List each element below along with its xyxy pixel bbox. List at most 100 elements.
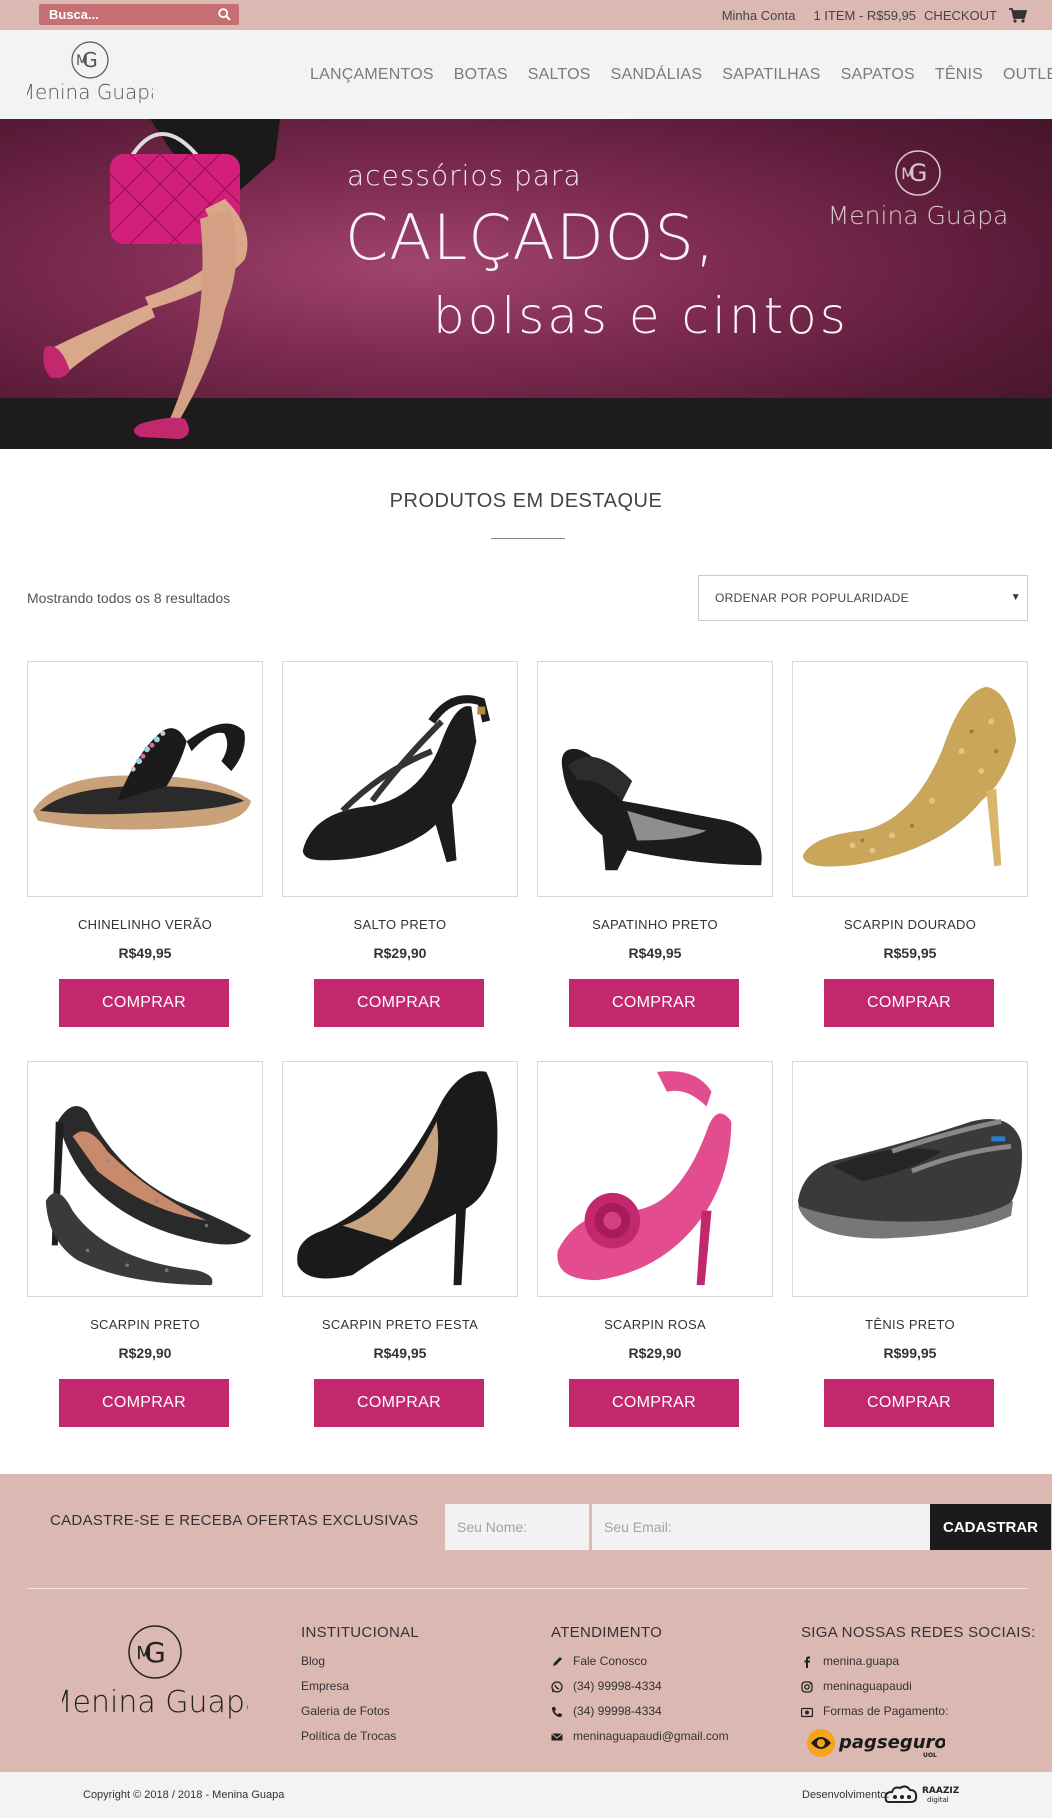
link-label: (34) 99998-4334	[573, 1704, 662, 1718]
footer-col-institucional: INSTITUCIONAL Blog Empresa Galeria de Fo…	[301, 1624, 419, 1749]
product-price: R$99,95	[883, 1345, 937, 1361]
hero-banner[interactable]: acessórios para CALÇADOS, bolsas e cinto…	[0, 119, 1052, 449]
pink-heel-image	[557, 1071, 732, 1286]
sort-select-value: ORDENAR POR POPULARIDADE	[715, 591, 909, 605]
hero-title: CALÇADOS,	[345, 201, 716, 274]
bottom-bar: Copyright © 2018 / 2018 - Menina Guapa D…	[0, 1772, 1052, 1818]
footer-link-contact[interactable]: Fale Conosco	[551, 1649, 729, 1674]
buy-button[interactable]: COMPRAR	[314, 1379, 484, 1427]
sort-select[interactable]: ORDENAR POR POPULARIDADE ▼	[698, 575, 1028, 621]
product-image[interactable]	[792, 661, 1028, 897]
title-underline	[491, 538, 565, 539]
nav-sapatilhas[interactable]: SAPATILHAS	[722, 66, 820, 84]
product-image[interactable]	[792, 1061, 1028, 1297]
footer-brand-logo[interactable]: G M Menina Guapa	[62, 1624, 248, 1728]
footer-link-trocas[interactable]: Política de Trocas	[301, 1724, 419, 1749]
search-box[interactable]	[39, 4, 239, 25]
product-name[interactable]: SCARPIN ROSA	[537, 1317, 773, 1332]
top-bar: Minha Conta 1 ITEM - R$59,95 CHECKOUT	[0, 0, 1052, 30]
footer-link-empresa[interactable]: Empresa	[301, 1674, 419, 1699]
envelope-icon	[551, 1732, 563, 1740]
footer-col-social: SIGA NOSSAS REDES SOCIAIS: menina.guapa …	[801, 1624, 1036, 1765]
svg-text:M: M	[76, 53, 88, 69]
my-account-link[interactable]: Minha Conta	[722, 8, 796, 23]
nav-sapatos[interactable]: SAPATOS	[841, 66, 915, 84]
link-label: meninaguapaudi	[823, 1679, 912, 1693]
buy-button[interactable]: COMPRAR	[59, 979, 229, 1027]
top-links: Minha Conta 1 ITEM - R$59,95 CHECKOUT	[722, 8, 1027, 23]
facebook-icon	[804, 1656, 810, 1668]
gold-heel-image	[802, 686, 1017, 867]
buy-button[interactable]: COMPRAR	[569, 979, 739, 1027]
footer-link-galeria[interactable]: Galeria de Fotos	[301, 1699, 419, 1724]
developer-logo[interactable]: RAAZIZ digital	[882, 1780, 972, 1808]
footer-whatsapp[interactable]: (34) 99998-4334	[551, 1674, 729, 1699]
developer-label: Desenvolvimento:	[802, 1789, 889, 1801]
link-label: Galeria de Fotos	[301, 1704, 390, 1718]
footer-facebook[interactable]: menina.guapa	[801, 1649, 1036, 1674]
link-label: Formas de Pagamento:	[823, 1704, 949, 1718]
nav-saltos[interactable]: SALTOS	[528, 66, 591, 84]
link-label: Fale Conosco	[573, 1654, 648, 1668]
site-footer: CADASTRE-SE E RECEBA OFERTAS EXCLUSIVAS …	[0, 1474, 1052, 1772]
nav-botas[interactable]: BOTAS	[454, 66, 508, 84]
newsletter-email-input[interactable]	[592, 1504, 930, 1550]
product-name[interactable]: SCARPIN PRETO FESTA	[282, 1317, 518, 1332]
col-title: SIGA NOSSAS REDES SOCIAIS:	[801, 1624, 1036, 1641]
product-name[interactable]: TÊNIS PRETO	[792, 1317, 1028, 1332]
product-image[interactable]	[537, 1061, 773, 1297]
nav-outlet[interactable]: OUTLET	[1003, 66, 1052, 84]
buy-button[interactable]: COMPRAR	[824, 1379, 994, 1427]
camera-icon	[801, 1707, 813, 1717]
buy-button[interactable]: COMPRAR	[314, 979, 484, 1027]
col-title: INSTITUCIONAL	[301, 1624, 420, 1641]
footer-payment-label: Formas de Pagamento:	[801, 1699, 1036, 1724]
cart-summary-link[interactable]: 1 ITEM - R$59,95	[813, 8, 916, 23]
product-name[interactable]: CHINELINHO VERÃO	[27, 917, 263, 932]
buy-button[interactable]: COMPRAR	[569, 1379, 739, 1427]
product-name[interactable]: SCARPIN DOURADO	[792, 917, 1028, 932]
product-image[interactable]	[282, 661, 518, 897]
whatsapp-icon	[551, 1680, 563, 1693]
footer-phone[interactable]: (34) 99998-4334	[551, 1699, 729, 1724]
search-input[interactable]	[39, 4, 214, 25]
nav-lancamentos[interactable]: LANÇAMENTOS	[310, 66, 434, 84]
product-image[interactable]	[537, 661, 773, 897]
svg-text:M: M	[901, 164, 915, 183]
nav-tenis[interactable]: TÊNIS	[935, 66, 983, 84]
cart-icon[interactable]	[1009, 8, 1027, 23]
product-image[interactable]	[27, 1061, 263, 1297]
newsletter-name-input[interactable]	[445, 1504, 589, 1550]
col-title: ATENDIMENTO	[551, 1624, 663, 1641]
svg-text:Menina Guapa: Menina Guapa	[828, 201, 1008, 230]
product-price: R$49,95	[628, 945, 682, 961]
product-image[interactable]	[282, 1061, 518, 1297]
pump-image	[561, 748, 762, 871]
nav-sandalias[interactable]: SANDÁLIAS	[611, 66, 703, 84]
product-name[interactable]: SAPATINHO PRETO	[537, 917, 773, 932]
pencil-icon	[553, 1656, 562, 1666]
sandal-image	[32, 723, 252, 830]
hero-model-image	[43, 119, 280, 439]
dev-brand-text: RAAZIZ	[922, 1786, 960, 1796]
footer-email[interactable]: meninaguapaudi@gmail.com	[551, 1724, 729, 1749]
buy-button[interactable]: COMPRAR	[824, 979, 994, 1027]
product-price: R$59,95	[883, 945, 937, 961]
newsletter-submit-button[interactable]: CADASTRAR	[930, 1504, 1051, 1550]
link-label: Empresa	[301, 1679, 350, 1693]
footer-link-blog[interactable]: Blog	[301, 1649, 419, 1674]
checkout-link[interactable]: CHECKOUT	[924, 8, 997, 23]
link-label: meninaguapaudi@gmail.com	[573, 1729, 729, 1743]
brand-logo[interactable]: G M Menina Guapa	[27, 39, 153, 111]
svg-text:M: M	[136, 1643, 152, 1664]
instagram-icon	[801, 1680, 813, 1693]
buy-button[interactable]: COMPRAR	[59, 1379, 229, 1427]
footer-instagram[interactable]: meninaguapaudi	[801, 1674, 1036, 1699]
search-icon[interactable]	[218, 8, 231, 21]
product-name[interactable]: SALTO PRETO	[282, 917, 518, 932]
link-label: Blog	[301, 1654, 326, 1668]
product-price: R$29,90	[118, 1345, 172, 1361]
hero-brand-logo: G M Menina Guapa	[828, 150, 1008, 230]
product-image[interactable]	[27, 661, 263, 897]
product-name[interactable]: SCARPIN PRETO	[27, 1317, 263, 1332]
